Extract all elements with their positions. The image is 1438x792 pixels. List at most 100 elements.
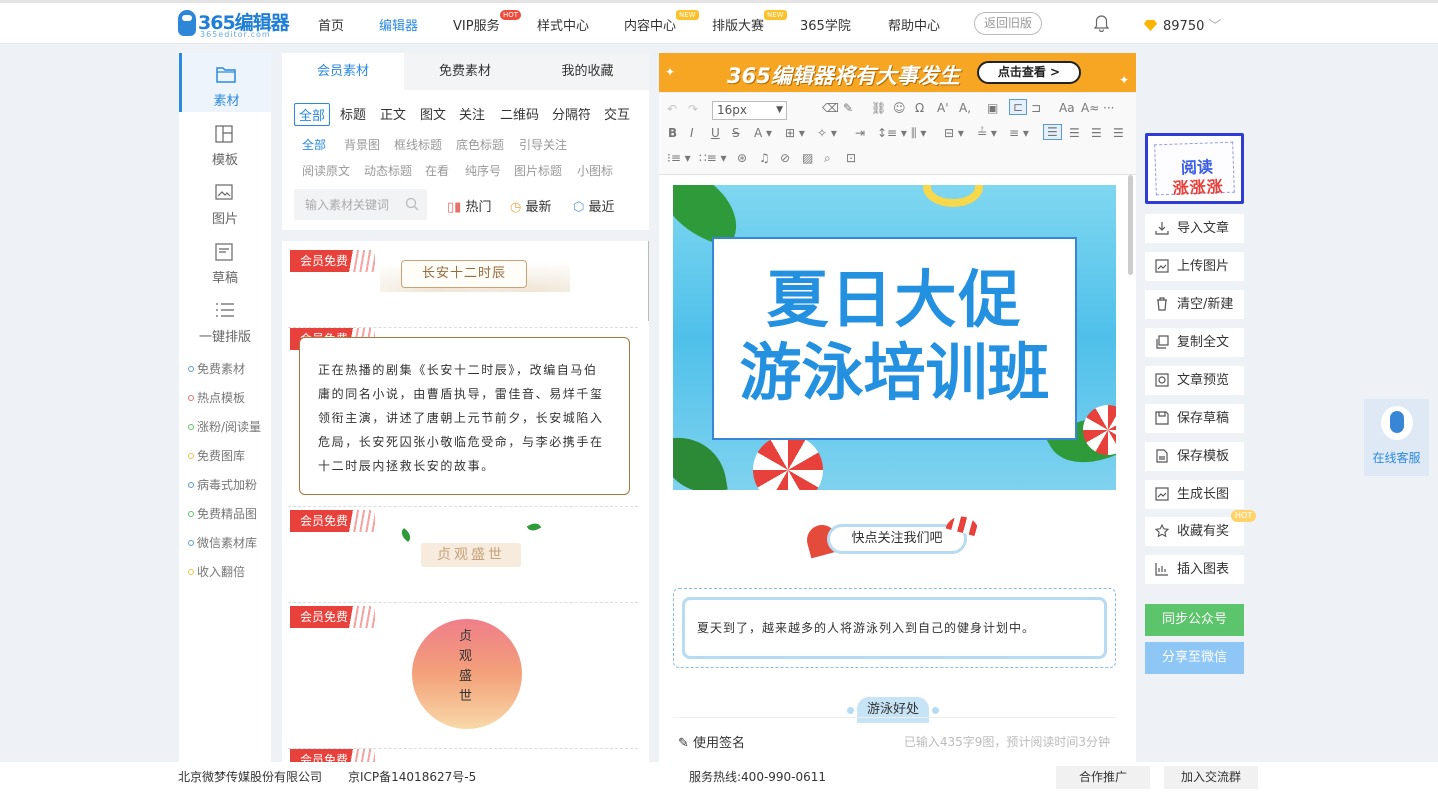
category-follow[interactable]: 关注 xyxy=(459,104,485,123)
indent-left-icon[interactable]: ⊏ xyxy=(1009,99,1028,115)
paste-icon[interactable]: ▣ xyxy=(987,101,998,115)
save-template-button[interactable]: 保存模板 xyxy=(1145,442,1244,471)
bold-icon[interactable]: B xyxy=(668,126,677,140)
nav-contest[interactable]: 排版大赛 NEW xyxy=(712,10,787,34)
nav-vip[interactable]: VIP服务 HOT xyxy=(453,10,522,34)
sidebar-tab-templates[interactable]: 模板 xyxy=(179,112,271,171)
category-image-text[interactable]: 图文 xyxy=(420,104,446,123)
sort-newest-button[interactable]: ◷ 最新 xyxy=(510,196,552,215)
icp-number[interactable]: 京ICP备14018627号-5 xyxy=(348,768,476,785)
favorite-reward-button[interactable]: 收藏有奖 HOT xyxy=(1145,510,1257,546)
nav-editor[interactable]: 编辑器 xyxy=(379,15,418,34)
emoji-icon[interactable]: ☺ xyxy=(893,101,906,115)
nav-styles[interactable]: 样式中心 xyxy=(537,15,589,34)
generate-long-image-button[interactable]: 生成长图 xyxy=(1145,480,1244,509)
tab-my-favorites[interactable]: 我的收藏 xyxy=(526,53,649,90)
nav-academy[interactable]: 365学院 xyxy=(800,15,851,34)
material-item[interactable]: 会员免费 贞观盛世 xyxy=(288,603,638,749)
align-left-icon[interactable]: ☰ xyxy=(1043,124,1062,140)
italic-icon[interactable]: I xyxy=(690,126,694,140)
subcategory-all[interactable]: 全部 xyxy=(302,136,326,153)
unordered-list-icon[interactable]: ∷≡ ▾ xyxy=(699,151,727,165)
material-item[interactable]: 会员免费 长安十二时辰 xyxy=(288,241,638,328)
special-char-icon[interactable]: Ω xyxy=(915,101,924,115)
letter-spacing-icon[interactable]: ⫼ ▾ xyxy=(911,126,926,141)
case-icon[interactable]: Aa xyxy=(1059,101,1075,115)
sidebar-link-free-materials[interactable]: 免费素材 xyxy=(188,360,245,377)
logo[interactable]: 365编辑器 365editor.com xyxy=(178,8,290,40)
sidebar-link-wechat-library[interactable]: 微信素材库 xyxy=(188,534,257,551)
cooperation-button[interactable]: 合作推广 xyxy=(1056,766,1150,789)
material-item[interactable]: 会员免费 正在热播的剧集《长安十二时辰》，改编自马伯庸的同名小说，由曹盾执导，雷… xyxy=(288,328,638,507)
sidebar-tab-auto-layout[interactable]: 一键排版 xyxy=(179,289,271,348)
magic-wand-icon[interactable]: ✧ ▾ xyxy=(817,126,837,140)
sidebar-tab-materials[interactable]: 素材 xyxy=(179,53,271,112)
bell-icon[interactable] xyxy=(1094,15,1109,32)
font-color-icon[interactable]: A ▾ xyxy=(754,126,772,140)
material-item[interactable]: 会员免费 xyxy=(288,749,638,762)
tab-free-materials[interactable]: 免费素材 xyxy=(404,53,526,90)
redo-icon[interactable]: ↷ xyxy=(688,102,698,116)
sort-recent-button[interactable]: ⬡ 最近 xyxy=(573,196,615,215)
sort-hot-button[interactable]: ▯▮ 热门 xyxy=(447,196,491,215)
nav-content[interactable]: 内容中心 NEW xyxy=(624,10,699,34)
subcategory-frame-title[interactable]: 框线标题 xyxy=(394,136,442,153)
nav-home[interactable]: 首页 xyxy=(318,15,344,34)
border-icon[interactable]: ⊞ ▾ xyxy=(785,126,805,140)
line-height-icon[interactable]: ↕≡ ▾ xyxy=(877,126,907,140)
save-draft-button[interactable]: 保存草稿 xyxy=(1145,404,1244,433)
ordered-list-icon[interactable]: ⁝≡ ▾ xyxy=(667,151,691,165)
material-item[interactable]: 会员免费 贞观盛世 xyxy=(288,507,638,603)
category-qrcode[interactable]: 二维码 xyxy=(500,104,539,123)
category-body[interactable]: 正文 xyxy=(380,104,406,123)
subcategory-animated-title[interactable]: 动态标题 xyxy=(364,162,412,179)
strikethrough-icon[interactable]: S xyxy=(732,126,740,140)
sidebar-tab-images[interactable]: 图片 xyxy=(179,171,271,230)
subcategory-background[interactable]: 背景图 xyxy=(344,136,380,153)
superscript-icon[interactable]: A' xyxy=(937,101,949,115)
subcategory-small-icon[interactable]: 小图标 xyxy=(577,162,613,179)
sidebar-link-premium-images[interactable]: 免费精品图 xyxy=(188,505,257,522)
category-interactive[interactable]: 交互 xyxy=(604,104,630,123)
sidebar-link-hot-templates[interactable]: 热点模板 xyxy=(188,389,245,406)
paragraph-before-icon[interactable]: ≟ ▾ xyxy=(977,126,997,140)
back-to-old-version-button[interactable]: 返回旧版 xyxy=(974,12,1042,35)
subcategory-color-title[interactable]: 底色标题 xyxy=(456,136,504,153)
copy-all-button[interactable]: 复制全文 xyxy=(1145,328,1244,357)
font-size-select[interactable]: 16px ▼ xyxy=(712,101,787,120)
align-justify-icon[interactable]: ☰ xyxy=(1113,126,1124,140)
category-all[interactable]: 全部 xyxy=(294,103,331,126)
undo-icon[interactable]: ↶ xyxy=(667,102,677,116)
preview-article-button[interactable]: 文章预览 xyxy=(1145,366,1244,395)
upload-image-button[interactable]: 上传图片 xyxy=(1145,252,1244,281)
banner-view-button[interactable]: 点击查看 > xyxy=(977,61,1081,84)
editor-scrollbar[interactable] xyxy=(1128,175,1133,275)
nav-help[interactable]: 帮助中心 xyxy=(888,15,940,34)
clear-format-icon[interactable]: A≈ xyxy=(1081,101,1099,115)
coin-balance[interactable]: 89750 ﹀ xyxy=(1144,15,1222,34)
format-brush-icon[interactable]: ✎ xyxy=(843,101,853,115)
sidebar-tab-drafts[interactable]: 草稿 xyxy=(179,230,271,289)
link-icon[interactable]: ⛓ xyxy=(871,101,886,115)
search-replace-icon[interactable]: ⌕ xyxy=(824,151,831,166)
sidebar-link-viral[interactable]: 病毒式加粉 xyxy=(188,476,257,493)
align-right-icon[interactable]: ☰ xyxy=(1091,126,1102,140)
more-icon[interactable]: ··· xyxy=(1103,101,1114,115)
search-icon[interactable] xyxy=(405,197,419,211)
material-scrollbar[interactable] xyxy=(648,241,649,321)
share-to-wechat-button[interactable]: 分享至微信 xyxy=(1145,642,1244,674)
subscript-icon[interactable]: A, xyxy=(959,101,971,115)
editor-content[interactable]: 夏日大促 游泳培训班 快点关注我们吧 夏天到了，越来越多的人将游泳列入到自己的健… xyxy=(673,185,1116,723)
insert-chart-button[interactable]: 插入图表 xyxy=(1145,555,1244,584)
indent-icon[interactable]: ⇥ xyxy=(855,126,865,140)
category-title[interactable]: 标题 xyxy=(340,104,366,123)
read-boost-promo[interactable]: 阅读 涨涨涨 xyxy=(1145,133,1244,204)
use-signature-button[interactable]: ✎ 使用签名 xyxy=(678,732,745,751)
template-save-icon[interactable]: ⊡ xyxy=(846,151,856,165)
subcategory-read-original[interactable]: 阅读原文 xyxy=(302,162,350,179)
video-icon[interactable]: ⊛ xyxy=(737,151,747,165)
eraser-icon[interactable]: ⌫ xyxy=(822,101,839,115)
online-service-widget[interactable]: 在线客服 xyxy=(1364,399,1429,476)
category-divider[interactable]: 分隔符 xyxy=(552,104,591,123)
paragraph-after-icon[interactable]: ≡ ▾ xyxy=(1009,126,1029,140)
